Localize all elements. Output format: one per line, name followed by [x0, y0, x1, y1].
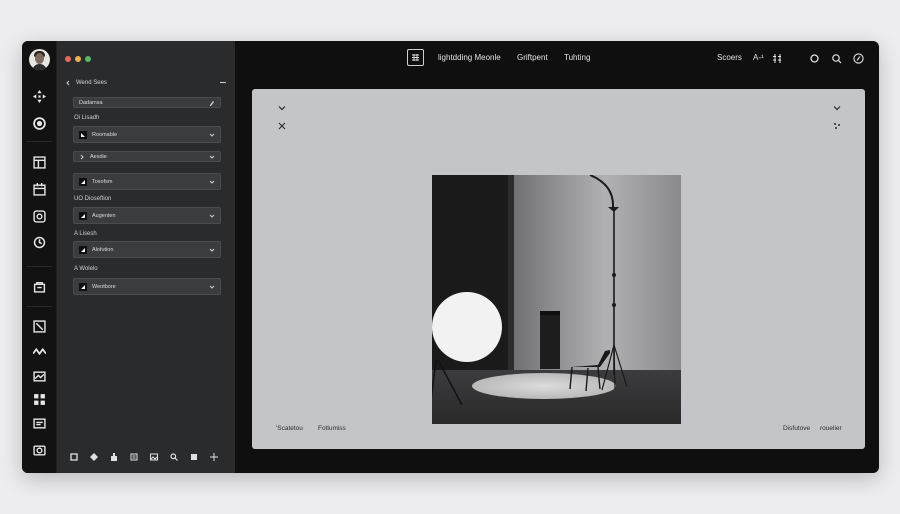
- canvas-area[interactable]: 'Scatetou Fotlumiss Disfutove rouelier: [252, 89, 865, 449]
- chevron-down-icon[interactable]: [208, 131, 215, 138]
- menu-item[interactable]: Tuhting: [564, 53, 590, 62]
- select-field[interactable]: Augenten: [73, 207, 221, 224]
- close-dot[interactable]: [65, 56, 71, 62]
- search-icon[interactable]: [169, 452, 179, 462]
- menu-item[interactable]: Griftpent: [517, 53, 548, 62]
- bucket-icon[interactable]: [109, 452, 119, 462]
- frame-icon[interactable]: [32, 319, 47, 334]
- studio-photo[interactable]: [432, 175, 681, 424]
- grid-icon[interactable]: [32, 392, 47, 407]
- expand-icon[interactable]: [79, 153, 86, 160]
- minimize-dot[interactable]: [75, 56, 81, 62]
- chevron-down-icon[interactable]: [208, 246, 215, 253]
- canvas-label: 'Scatetou: [276, 425, 303, 432]
- zoom-label[interactable]: A-¹: [753, 53, 764, 62]
- panel-header: Wend Sees: [64, 79, 226, 86]
- swatch-icon: [79, 177, 87, 186]
- app-window: Wend Sees Dadamsa Oi Lisadh Roomable Aes…: [22, 41, 879, 473]
- edit-icon[interactable]: [208, 99, 215, 106]
- crosshair-icon[interactable]: [277, 121, 287, 131]
- fill-icon[interactable]: [189, 452, 199, 462]
- camera-icon[interactable]: [32, 443, 47, 458]
- canvas-label: rouelier: [820, 425, 842, 432]
- canvas-label: Disfutove: [783, 425, 811, 432]
- chevron-down-icon[interactable]: [208, 283, 215, 290]
- wave-icon[interactable]: [32, 344, 47, 359]
- app-logo-icon[interactable]: [407, 49, 424, 66]
- section-label: UO Dioseftion: [74, 196, 112, 202]
- target-icon[interactable]: [32, 209, 47, 224]
- canvas-label: Fotlumiss: [318, 425, 346, 432]
- chevron-down-icon[interactable]: [208, 153, 215, 160]
- calendar-icon[interactable]: [32, 182, 47, 197]
- avatar[interactable]: [29, 49, 50, 70]
- swatch-icon: [79, 211, 87, 220]
- select-field[interactable]: Weotbore: [73, 278, 221, 295]
- collapsed-field[interactable]: Aesdie: [73, 151, 221, 162]
- collapse-icon[interactable]: [220, 82, 226, 83]
- layout-icon[interactable]: [32, 155, 47, 170]
- chevron-left-icon[interactable]: [64, 79, 71, 86]
- menu-item[interactable]: lightdding Meonle: [438, 53, 501, 62]
- window-controls: [65, 56, 91, 62]
- select-field[interactable]: Alofution: [73, 241, 221, 258]
- grid-view-icon[interactable]: [770, 51, 784, 65]
- chevron-down-icon[interactable]: [832, 103, 842, 113]
- select-field[interactable]: Roomable: [73, 126, 221, 143]
- swatch-icon: [79, 282, 87, 291]
- name-field[interactable]: Dadamsa: [73, 97, 221, 108]
- clock-icon[interactable]: [32, 235, 47, 250]
- top-bar: lightdding Meonle Griftpent Tuhting Scoe…: [235, 41, 879, 77]
- section-label: Oi Lisadh: [74, 115, 100, 121]
- message-icon[interactable]: [32, 416, 47, 431]
- panel-title: Wend Sees: [76, 79, 107, 86]
- menu-item[interactable]: Scoers: [717, 53, 742, 62]
- chevron-down-icon[interactable]: [208, 212, 215, 219]
- image-icon[interactable]: [149, 452, 159, 462]
- sparkle-icon[interactable]: [832, 121, 842, 131]
- lock-icon[interactable]: [32, 279, 47, 294]
- square-icon[interactable]: [69, 452, 79, 462]
- maximize-dot[interactable]: [85, 56, 91, 62]
- chevron-down-icon[interactable]: [277, 103, 287, 113]
- swatch-icon: [79, 245, 87, 254]
- section-label: A Lisesh: [74, 231, 97, 237]
- diamond-icon[interactable]: [89, 452, 99, 462]
- circle-icon[interactable]: [32, 116, 47, 131]
- pen-icon[interactable]: [829, 51, 843, 65]
- add-icon[interactable]: [209, 452, 219, 462]
- move-icon[interactable]: [32, 89, 47, 104]
- settings-icon[interactable]: [807, 51, 821, 65]
- select-field[interactable]: Tosofsm: [73, 173, 221, 190]
- icon-rail: [22, 41, 57, 473]
- section-label: A Wolelo: [74, 266, 98, 272]
- bottom-toolbar: [69, 452, 219, 462]
- help-icon[interactable]: [851, 51, 865, 65]
- chart-icon[interactable]: [32, 369, 47, 384]
- document-icon[interactable]: [129, 452, 139, 462]
- properties-panel: Wend Sees Dadamsa Oi Lisadh Roomable Aes…: [57, 41, 235, 473]
- swatch-icon: [79, 130, 87, 139]
- chevron-down-icon[interactable]: [208, 178, 215, 185]
